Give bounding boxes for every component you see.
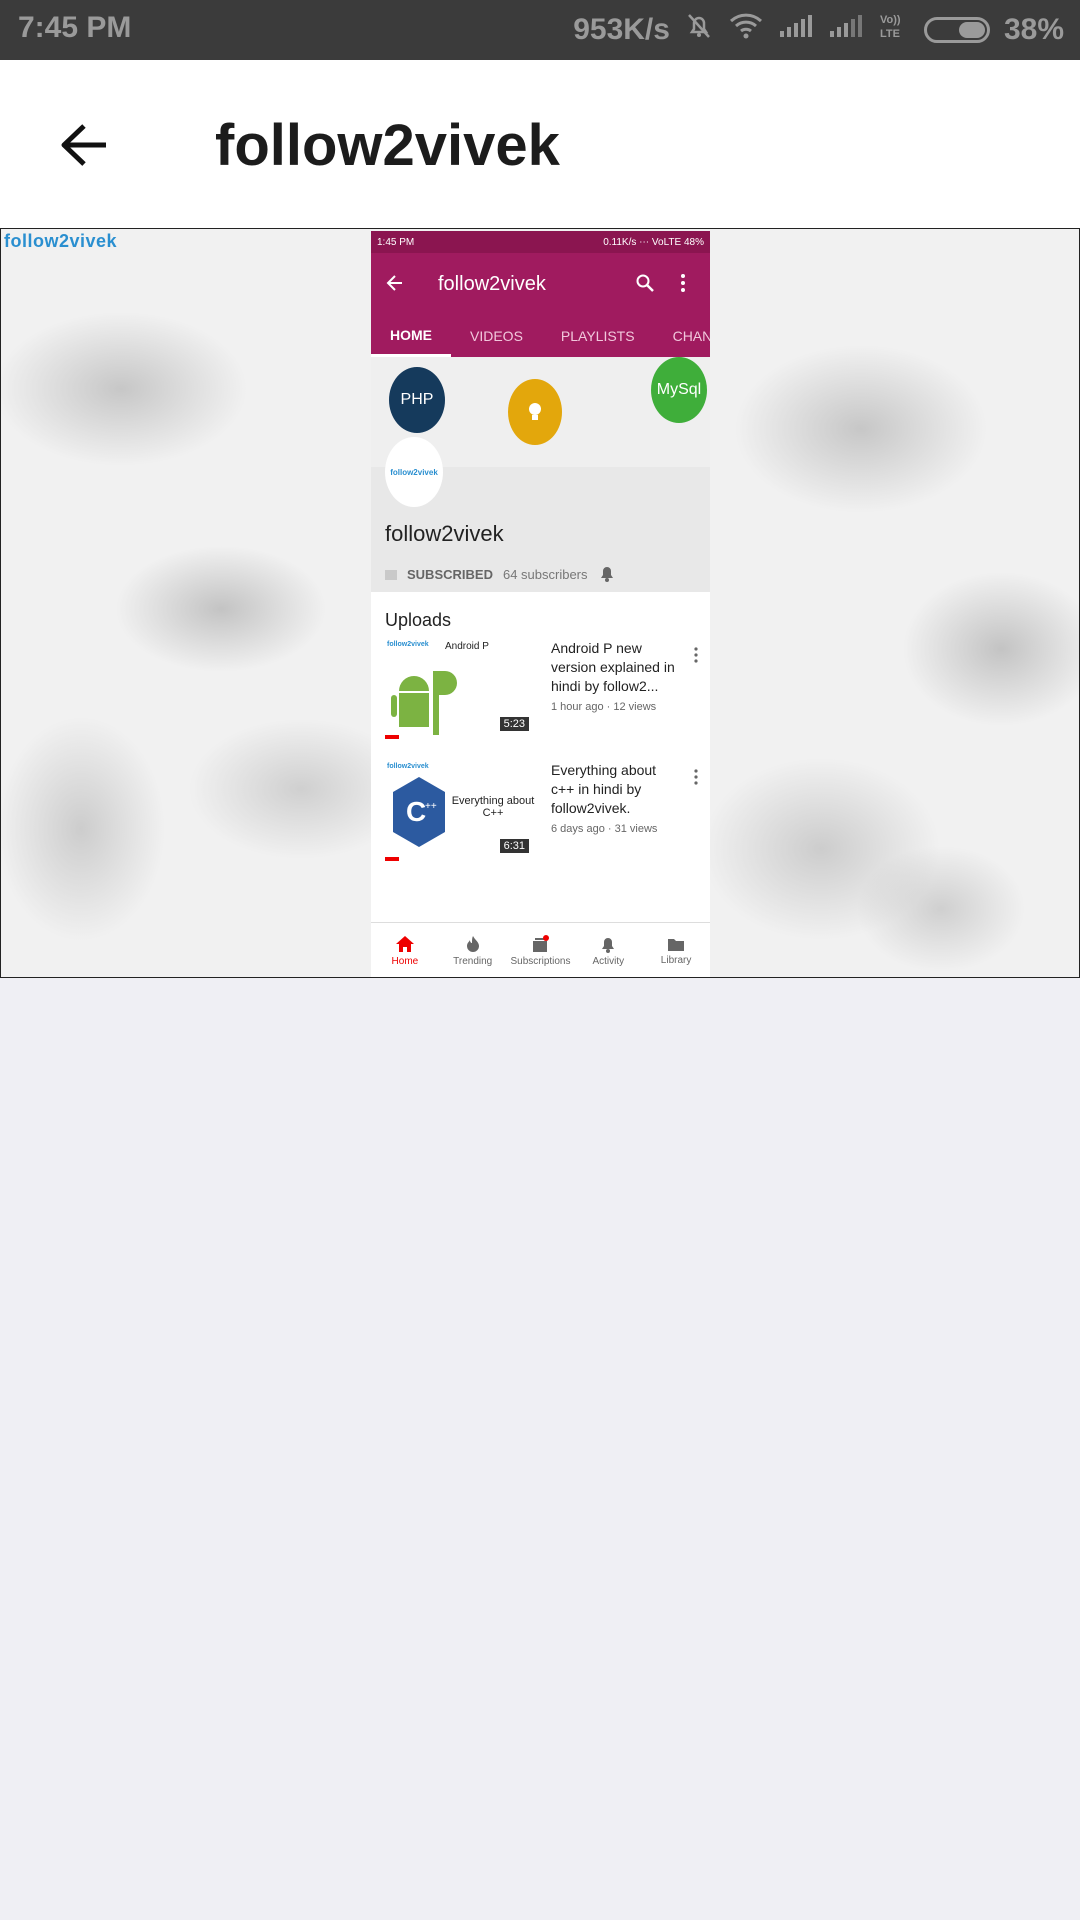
signal-icon (778, 13, 814, 47)
thumb-label: Android P (445, 641, 489, 652)
svg-text:LTE: LTE (880, 28, 900, 40)
nav-label: Activity (592, 956, 625, 967)
nav-trending: Trending (439, 923, 507, 977)
phone-title: follow2vivek (438, 273, 546, 295)
nav-label: Trending (453, 956, 493, 967)
subscription-row: SUBSCRIBED 64 subscribers (385, 563, 616, 586)
tab-channel: CHANNEL (672, 328, 710, 344)
app-bar: follow2vivek (0, 60, 1080, 228)
bell-icon (598, 563, 616, 586)
nav-home: Home (371, 923, 439, 977)
video-title: Android P new version explained in hindi… (551, 640, 675, 694)
battery-percent: 38% (1003, 13, 1064, 46)
svg-text:Vo)): Vo)) (880, 14, 901, 26)
tab-playlists: PLAYLISTS (560, 328, 635, 344)
back-button[interactable] (44, 110, 124, 180)
video-meta: 6 days ago · 31 views (551, 823, 658, 835)
phone-status-time: 1:45 PM (377, 236, 415, 248)
phone-tabs: HOME VIDEOS PLAYLISTS CHANNEL (371, 315, 710, 357)
subscribed-label: SUBSCRIBED (407, 567, 493, 582)
screenshot-image: follow2vivek 1:45 PM 0.11K/s ⋯ VoLTE 48%… (0, 228, 1080, 978)
uploads-heading: Uploads (385, 610, 452, 630)
mysql-circle: MySql (651, 357, 707, 423)
phone-app-bar: follow2vivek (371, 253, 710, 315)
thumb-brand: follow2vivek (387, 641, 429, 648)
arrow-back-icon (385, 273, 405, 298)
empty-content-area (0, 978, 1080, 1920)
arrow-back-icon (61, 124, 106, 166)
cpp-logo-icon: C++ (393, 777, 445, 847)
folder-icon (668, 939, 685, 951)
nav-label: Subscriptions (510, 956, 571, 967)
status-bar: 7:45 PM 953K/s Vo)) LTE 38% (0, 0, 1080, 60)
phone-status-bar: 1:45 PM 0.11K/s ⋯ VoLTE 48% (371, 231, 710, 253)
subscriber-count: 64 subscribers (502, 567, 588, 582)
watch-progress (385, 735, 399, 739)
subscribed-icon (385, 569, 397, 580)
more-vert-icon (679, 273, 687, 298)
video-duration: 5:23 (499, 717, 529, 731)
thumb-label: Everything about C++ (451, 795, 535, 819)
video-duration: 6:31 (499, 839, 529, 853)
tab-home: HOME (371, 315, 451, 357)
watch-progress (385, 857, 399, 861)
lightbulb-icon (508, 379, 562, 445)
more-vert-icon (693, 769, 699, 790)
page-title: follow2vivek (215, 113, 560, 178)
subscriptions-icon (533, 935, 550, 952)
signal-icon (828, 13, 864, 47)
more-vert-icon (693, 647, 699, 668)
nav-subscriptions: Subscriptions (507, 923, 575, 977)
video-item: follow2vivek C ++ Everything about C++ 6:… (371, 761, 710, 883)
flame-icon (466, 936, 479, 952)
wifi-icon (728, 11, 764, 49)
php-circle: PHP (389, 367, 445, 433)
net-speed: 953K/s (573, 13, 670, 46)
mute-bell-icon (684, 11, 714, 49)
volte-icon: Vo)) LTE (878, 11, 910, 49)
status-time: 7:45 PM (18, 11, 132, 44)
nav-activity: Activity (574, 923, 642, 977)
thumb-brand: follow2vivek (387, 763, 429, 770)
svg-text:C: C (406, 796, 426, 827)
video-thumbnail: follow2vivek Android P 5:23 (385, 639, 535, 743)
search-icon (635, 273, 655, 298)
nav-label: Home (391, 956, 419, 967)
video-item: follow2vivek Android P 5:23 Android P ne… (371, 639, 710, 761)
tab-videos: VIDEOS (470, 328, 523, 344)
svg-text:++: ++ (425, 801, 437, 812)
bell-icon (602, 938, 615, 953)
video-title: Everything about c++ in hindi by follow2… (551, 762, 657, 816)
home-icon (395, 936, 414, 952)
battery-icon (923, 17, 990, 43)
channel-name: follow2vivek (385, 521, 504, 546)
status-right: 953K/s Vo)) LTE 38% (573, 11, 1064, 49)
channel-header: follow2vivek follow2vivek SUBSCRIBED 64 … (371, 437, 710, 592)
android-logo-icon (391, 671, 457, 735)
nav-label: Library (660, 955, 692, 966)
video-meta: 1 hour ago · 12 views (551, 701, 657, 713)
phone-bottom-nav: Home Trending Subscriptions Activity Lib… (371, 922, 710, 977)
channel-avatar: follow2vivek (385, 437, 443, 507)
phone-screenshot: 1:45 PM 0.11K/s ⋯ VoLTE 48% follow2vivek… (371, 231, 710, 977)
phone-status-right: 0.11K/s ⋯ VoLTE 48% (603, 236, 704, 248)
watermark: follow2vivek (4, 231, 118, 251)
video-thumbnail: follow2vivek C ++ Everything about C++ 6:… (385, 761, 535, 865)
nav-library: Library (642, 923, 710, 977)
